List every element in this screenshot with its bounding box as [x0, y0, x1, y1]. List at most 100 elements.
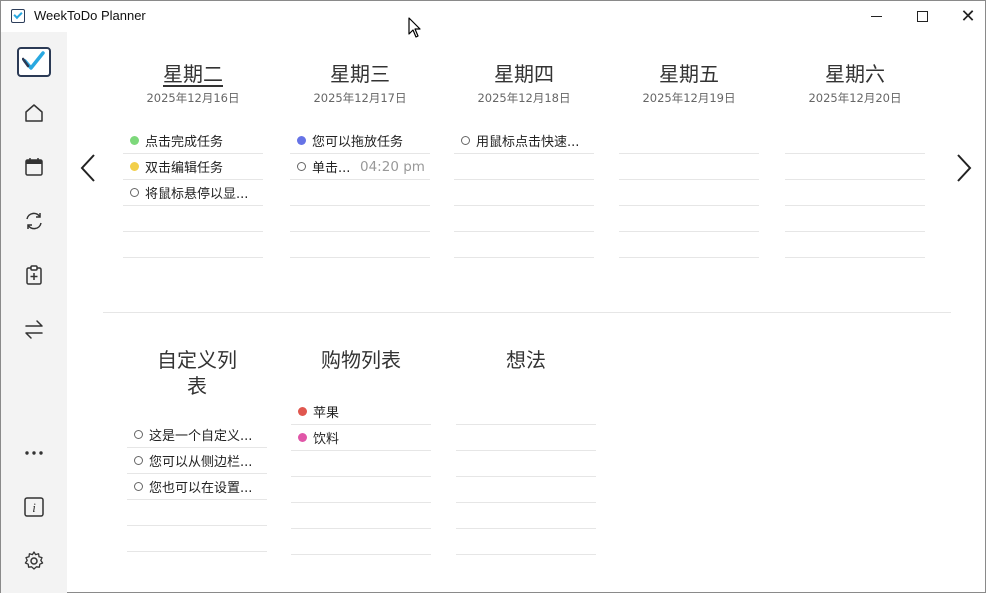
empty-task-slot[interactable]: [454, 206, 594, 232]
weektodo-logo[interactable]: [17, 47, 51, 77]
previous-week-button[interactable]: [73, 148, 103, 188]
day-date: 2025年12月17日: [313, 91, 407, 105]
maximize-button[interactable]: [899, 1, 945, 32]
main-content: 星期二 2025年12月16日 点击完成任务 双击编辑任务 将鼠标悬停以显...…: [67, 32, 985, 593]
task-text: 将鼠标悬停以显...: [145, 187, 249, 202]
task-item[interactable]: 单击... 04:20 pm: [290, 154, 430, 180]
empty-task-slot[interactable]: [291, 451, 431, 477]
empty-task-slot[interactable]: [619, 128, 759, 154]
settings-icon[interactable]: [19, 546, 49, 576]
empty-task-slot[interactable]: [619, 154, 759, 180]
task-list: [456, 399, 596, 555]
day-date: 2025年12月18日: [477, 91, 571, 105]
day-title[interactable]: 星期三: [290, 60, 430, 88]
empty-task-slot[interactable]: [619, 206, 759, 232]
task-item[interactable]: 苹果: [291, 399, 431, 425]
app-window: WeekToDo Planner ✕ i 星期二 2025年12月16日 点击完…: [0, 0, 986, 593]
custom-list-column: 自定义列 表 这是一个自定义... 您可以从侧边栏... 您也可以在设置...: [127, 347, 267, 552]
custom-list-column: 购物列表 苹果 饮料: [291, 347, 431, 555]
empty-task-slot[interactable]: [454, 232, 594, 258]
circle-icon: [130, 188, 139, 197]
calendar-icon[interactable]: [19, 152, 49, 182]
day-column: 星期六 2025年12月20日: [785, 60, 925, 258]
close-button[interactable]: ✕: [945, 1, 986, 32]
empty-task-slot[interactable]: [456, 399, 596, 425]
empty-task-slot[interactable]: [785, 180, 925, 206]
empty-task-slot[interactable]: [785, 206, 925, 232]
empty-task-slot[interactable]: [619, 232, 759, 258]
empty-task-slot[interactable]: [291, 477, 431, 503]
circle-icon: [297, 162, 306, 171]
swap-arrows-icon[interactable]: [19, 314, 49, 344]
list-title[interactable]: 购物列表: [291, 347, 431, 373]
day-title[interactable]: 星期五: [619, 60, 759, 88]
red-dot-icon: [298, 407, 307, 416]
empty-task-slot[interactable]: [454, 154, 594, 180]
empty-task-slot[interactable]: [127, 500, 267, 526]
empty-task-slot[interactable]: [290, 232, 430, 258]
empty-task-slot[interactable]: [454, 180, 594, 206]
task-item[interactable]: 饮料: [291, 425, 431, 451]
task-item[interactable]: 将鼠标悬停以显...: [123, 180, 263, 206]
list-title[interactable]: 想法: [456, 347, 596, 373]
empty-task-slot[interactable]: [123, 206, 263, 232]
empty-task-slot[interactable]: [290, 206, 430, 232]
empty-task-slot[interactable]: [456, 425, 596, 451]
maximize-icon: [916, 11, 928, 22]
task-text: 您也可以在设置...: [149, 481, 253, 496]
task-text: 双击编辑任务: [145, 161, 224, 176]
title-bar: WeekToDo Planner ✕: [1, 1, 985, 32]
sync-icon[interactable]: [19, 206, 49, 236]
empty-task-slot[interactable]: [291, 529, 431, 555]
empty-task-slot[interactable]: [785, 154, 925, 180]
more-icon[interactable]: [19, 438, 49, 468]
minimize-icon: [870, 16, 882, 17]
home-icon[interactable]: [19, 98, 49, 128]
circle-icon: [134, 456, 143, 465]
pink-dot-icon: [298, 433, 307, 442]
empty-task-slot[interactable]: [619, 180, 759, 206]
window-title: WeekToDo Planner: [34, 8, 146, 23]
green-dot-icon: [130, 136, 139, 145]
empty-task-slot[interactable]: [291, 503, 431, 529]
empty-task-slot[interactable]: [123, 232, 263, 258]
task-list: 您可以拖放任务 单击... 04:20 pm: [290, 128, 430, 258]
task-item[interactable]: 双击编辑任务: [123, 154, 263, 180]
blue-dot-icon: [297, 136, 306, 145]
clipboard-add-icon[interactable]: [19, 260, 49, 290]
day-title[interactable]: 星期二: [123, 60, 263, 88]
empty-task-slot[interactable]: [290, 180, 430, 206]
day-title[interactable]: 星期四: [454, 60, 594, 88]
task-item[interactable]: 您也可以在设置...: [127, 474, 267, 500]
task-item[interactable]: 用鼠标点击快速...: [454, 128, 594, 154]
task-text: 用鼠标点击快速...: [476, 135, 580, 150]
empty-task-slot[interactable]: [456, 477, 596, 503]
task-list: 苹果 饮料: [291, 399, 431, 555]
task-item[interactable]: 点击完成任务: [123, 128, 263, 154]
next-week-button[interactable]: [949, 148, 979, 188]
close-icon: ✕: [960, 5, 976, 27]
empty-task-slot[interactable]: [456, 529, 596, 555]
empty-task-slot[interactable]: [456, 451, 596, 477]
task-item[interactable]: 您可以从侧边栏...: [127, 448, 267, 474]
list-title[interactable]: 自定义列 表: [127, 347, 267, 399]
task-list: [785, 128, 925, 258]
empty-task-slot[interactable]: [785, 232, 925, 258]
circle-icon: [134, 482, 143, 491]
empty-task-slot[interactable]: [456, 503, 596, 529]
minimize-button[interactable]: [853, 1, 899, 32]
info-icon[interactable]: i: [19, 492, 49, 522]
task-item[interactable]: 这是一个自定义...: [127, 422, 267, 448]
task-item[interactable]: 您可以拖放任务: [290, 128, 430, 154]
app-logo-icon: [11, 9, 25, 23]
empty-task-slot[interactable]: [127, 526, 267, 552]
day-date: 2025年12月16日: [146, 91, 240, 105]
task-text: 点击完成任务: [145, 135, 224, 150]
task-text: 这是一个自定义...: [149, 429, 253, 444]
empty-task-slot[interactable]: [785, 128, 925, 154]
day-title[interactable]: 星期六: [785, 60, 925, 88]
day-column: 星期三 2025年12月17日 您可以拖放任务 单击... 04:20 pm: [290, 60, 430, 258]
day-date: 2025年12月20日: [808, 91, 902, 105]
mouse-cursor-icon: [408, 17, 421, 38]
task-list: 用鼠标点击快速...: [454, 128, 594, 258]
